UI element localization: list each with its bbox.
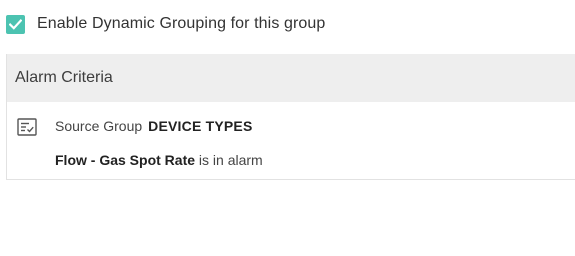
checkmark-icon	[9, 18, 22, 30]
source-group-label: Source Group	[55, 118, 143, 134]
source-group-line: Source Group DEVICE TYPES	[55, 118, 253, 134]
alarm-criteria-body: Source Group DEVICE TYPES Flow - Gas Spot…	[7, 102, 575, 179]
checklist-icon	[17, 118, 37, 136]
dynamic-grouping-row: Enable Dynamic Grouping for this group	[6, 14, 325, 34]
alarm-criteria-panel: Alarm Criteria Source Group DEVICE TYPES …	[6, 54, 575, 180]
dynamic-grouping-label[interactable]: Enable Dynamic Grouping for this group	[37, 15, 325, 33]
alarm-condition-name: Flow - Gas Spot Rate	[55, 152, 196, 168]
alarm-criteria-title: Alarm Criteria	[15, 69, 113, 86]
dynamic-grouping-checkbox[interactable]	[6, 14, 25, 34]
alarm-condition-line: Flow - Gas Spot Rate is in alarm	[55, 152, 263, 168]
source-group-value: DEVICE TYPES	[148, 118, 253, 134]
alarm-criteria-header: Alarm Criteria	[7, 54, 575, 102]
alarm-condition-text: is in alarm	[198, 152, 263, 168]
dynamic-grouping-form: Enable Dynamic Grouping for this group A…	[0, 0, 575, 256]
